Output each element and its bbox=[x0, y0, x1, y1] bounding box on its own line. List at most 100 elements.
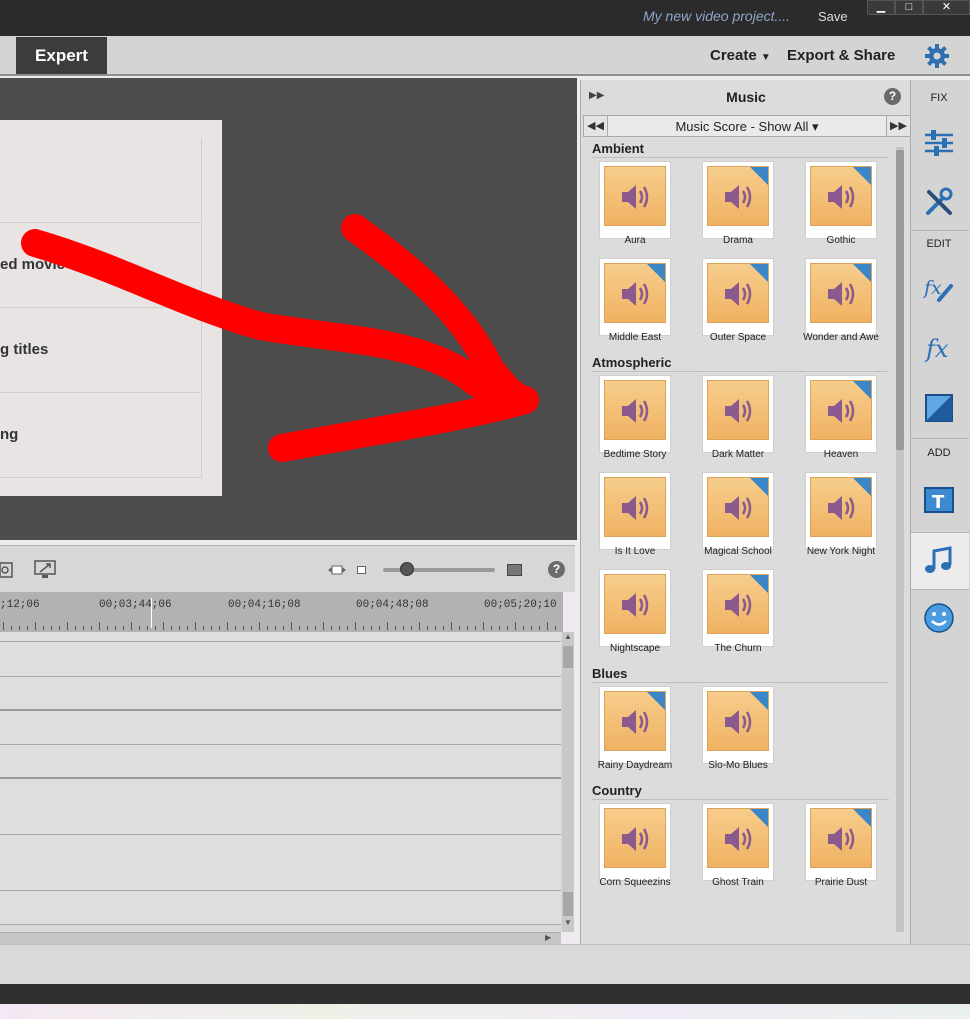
ruler-tick bbox=[91, 626, 92, 630]
next-arrow-icon[interactable]: ▶▶ bbox=[886, 116, 910, 136]
music-track-thumbnail[interactable] bbox=[702, 803, 774, 881]
chevron-down-icon: ▼ bbox=[760, 52, 771, 63]
speaker-icon bbox=[810, 477, 872, 537]
bottom-bar bbox=[0, 984, 970, 1004]
track[interactable] bbox=[0, 642, 561, 677]
scroll-up-icon[interactable]: ▲ bbox=[562, 632, 574, 644]
category-heading: Country bbox=[592, 783, 642, 798]
settings-icon[interactable] bbox=[0, 561, 14, 579]
sidebar-separator bbox=[911, 230, 969, 231]
music-track-thumbnail[interactable] bbox=[702, 686, 774, 764]
music-track-label: Rainy Daydream bbox=[597, 760, 673, 771]
new-badge-corner bbox=[750, 692, 768, 710]
svg-text:T: T bbox=[932, 492, 945, 513]
music-panel: ▶▶ Music ? ◀◀ Music Score - Show All ▾ ▶… bbox=[580, 80, 910, 945]
music-track-thumbnail[interactable] bbox=[805, 803, 877, 881]
help-icon[interactable]: ? bbox=[548, 561, 565, 578]
svg-text:fx: fx bbox=[924, 335, 949, 363]
title-bar: My new video project.... Save ▁ □ ✕ bbox=[0, 0, 970, 36]
playhead[interactable] bbox=[151, 598, 152, 628]
ruler-tick bbox=[331, 626, 332, 630]
music-track-thumbnail[interactable] bbox=[599, 569, 671, 647]
fx-edit-icon[interactable]: fx bbox=[923, 272, 955, 304]
scroll-thumb[interactable] bbox=[563, 646, 573, 668]
music-track-label: Ghost Train bbox=[712, 877, 764, 888]
minimize-button[interactable]: ▁ bbox=[867, 0, 895, 15]
music-track-thumbnail[interactable] bbox=[805, 258, 877, 336]
tab-expert[interactable]: Expert bbox=[16, 37, 107, 74]
speaker-icon bbox=[707, 691, 769, 751]
music-track-thumbnail[interactable] bbox=[702, 472, 774, 550]
fx-icon[interactable]: fx bbox=[923, 332, 955, 364]
preview-card: ed movie g titles ng bbox=[0, 120, 222, 496]
titles-icon[interactable]: T bbox=[923, 484, 955, 516]
track[interactable] bbox=[0, 779, 561, 835]
scroll-thumb[interactable] bbox=[563, 892, 573, 916]
ruler-tick bbox=[483, 622, 484, 630]
help-icon[interactable]: ? bbox=[884, 88, 901, 105]
music-track-thumbnail[interactable] bbox=[702, 258, 774, 336]
panel-scroll-thumb[interactable] bbox=[896, 150, 904, 450]
tools-icon[interactable] bbox=[923, 186, 955, 218]
ruler-tick bbox=[27, 626, 28, 630]
music-track-thumbnail[interactable] bbox=[702, 161, 774, 239]
track[interactable] bbox=[0, 711, 561, 745]
track[interactable] bbox=[0, 835, 561, 891]
music-track-label: Aura bbox=[624, 235, 646, 246]
ruler-tick bbox=[539, 626, 540, 630]
music-track-thumbnail[interactable] bbox=[599, 375, 671, 453]
speaker-icon bbox=[707, 477, 769, 537]
music-track-thumbnail[interactable] bbox=[599, 686, 671, 764]
music-track-thumbnail[interactable] bbox=[702, 569, 774, 647]
music-note-icon[interactable] bbox=[923, 544, 955, 576]
track-divider bbox=[0, 632, 561, 642]
track[interactable] bbox=[0, 891, 561, 925]
export-share-menu[interactable]: Export & Share bbox=[787, 47, 895, 64]
music-track-thumbnail[interactable] bbox=[702, 375, 774, 453]
music-track-thumbnail[interactable] bbox=[599, 472, 671, 550]
timeline-horizontal-scrollbar[interactable]: ▶ bbox=[0, 932, 561, 944]
large-frame-icon[interactable] bbox=[507, 564, 522, 576]
track[interactable] bbox=[0, 677, 561, 711]
zoom-slider-thumb[interactable] bbox=[400, 562, 414, 576]
timeline-ruler[interactable]: ;12;06 00;03;44;06 00;04;16;08 00;04;48;… bbox=[0, 592, 563, 632]
scroll-down-icon[interactable]: ▼ bbox=[562, 918, 574, 930]
music-track-thumbnail[interactable] bbox=[599, 258, 671, 336]
ruler-tick bbox=[379, 626, 380, 630]
maximize-button[interactable]: □ bbox=[895, 0, 923, 15]
fit-to-window-icon[interactable] bbox=[34, 560, 58, 580]
music-track-thumbnail[interactable] bbox=[805, 375, 877, 453]
track[interactable] bbox=[0, 745, 561, 779]
ruler-tick bbox=[435, 626, 436, 630]
speaker-icon bbox=[707, 263, 769, 323]
graphics-smiley-icon[interactable] bbox=[923, 602, 955, 634]
ruler-tick bbox=[275, 626, 276, 630]
save-button[interactable]: Save bbox=[818, 9, 848, 24]
project-name[interactable]: My new video project.... bbox=[643, 8, 790, 24]
small-frame-icon[interactable] bbox=[357, 566, 366, 574]
ruler-tick bbox=[363, 626, 364, 630]
ruler-tick bbox=[555, 626, 556, 630]
close-button[interactable]: ✕ bbox=[923, 0, 970, 15]
timeline-vertical-scrollbar[interactable]: ▲ ▼ bbox=[562, 632, 574, 932]
scroll-right-icon[interactable]: ▶ bbox=[545, 933, 557, 944]
music-track-thumbnail[interactable] bbox=[599, 803, 671, 881]
zoom-out-icon[interactable] bbox=[328, 564, 346, 576]
music-track-thumbnail[interactable] bbox=[599, 161, 671, 239]
music-category-dropdown[interactable]: ◀◀ Music Score - Show All ▾ ▶▶ bbox=[583, 115, 910, 137]
dropdown-label[interactable]: Music Score - Show All ▾ bbox=[608, 119, 886, 135]
new-badge-corner bbox=[750, 478, 768, 496]
previous-arrow-icon[interactable]: ◀◀ bbox=[584, 116, 608, 136]
ruler-tick bbox=[307, 626, 308, 630]
status-strip bbox=[0, 944, 970, 984]
music-track-thumbnail[interactable] bbox=[805, 161, 877, 239]
fix-label: FIX bbox=[930, 92, 948, 104]
transitions-icon[interactable] bbox=[923, 392, 955, 424]
preview-row: g titles bbox=[0, 308, 202, 393]
adjustments-icon[interactable] bbox=[923, 126, 955, 158]
create-menu[interactable]: Create ▼ bbox=[710, 47, 771, 64]
gear-icon[interactable] bbox=[924, 43, 950, 69]
ruler-tick bbox=[419, 622, 420, 630]
speaker-icon bbox=[810, 808, 872, 868]
music-track-thumbnail[interactable] bbox=[805, 472, 877, 550]
